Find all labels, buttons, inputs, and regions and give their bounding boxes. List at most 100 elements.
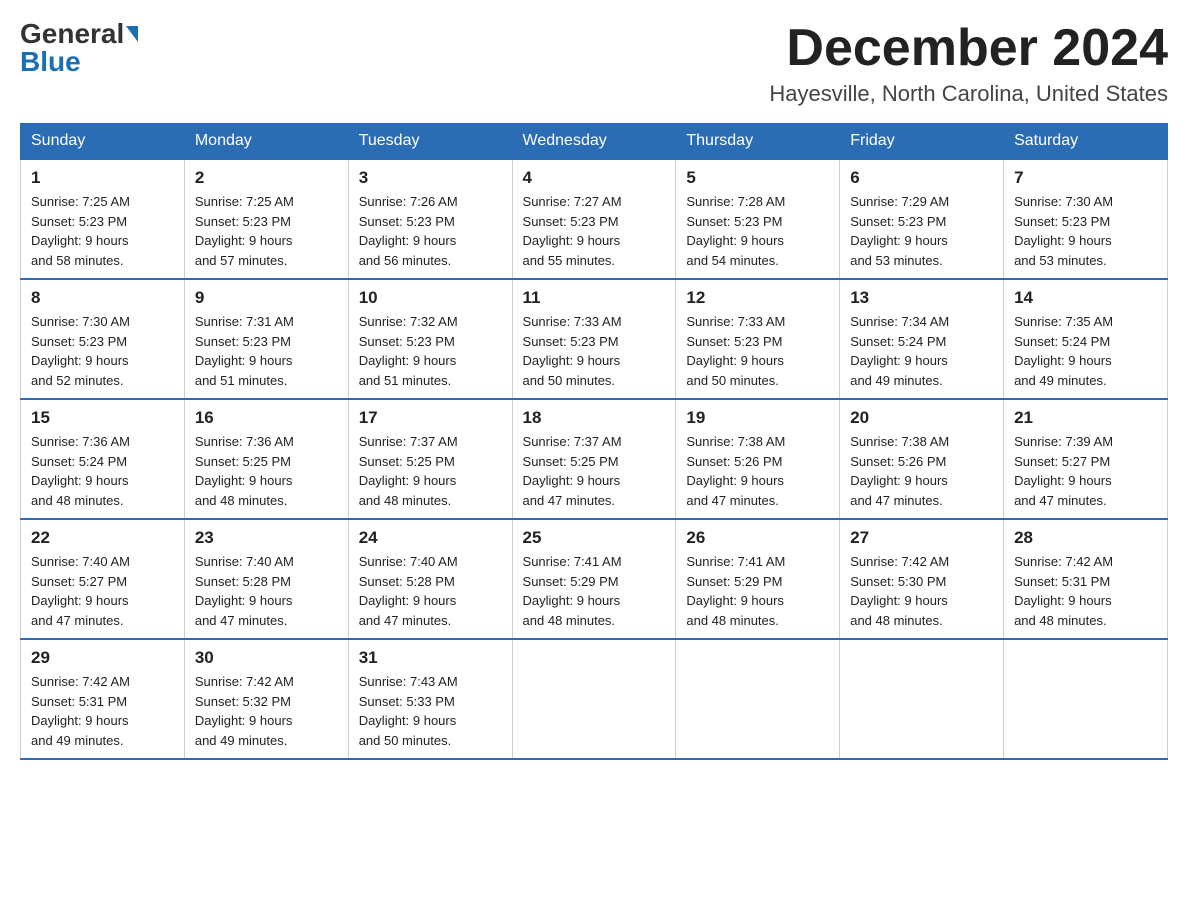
calendar-cell: 23 Sunrise: 7:40 AM Sunset: 5:28 PM Dayl… xyxy=(184,519,348,639)
day-number: 4 xyxy=(523,168,666,188)
day-info: Sunrise: 7:33 AM Sunset: 5:23 PM Dayligh… xyxy=(686,312,829,390)
day-number: 19 xyxy=(686,408,829,428)
calendar-week-3: 15 Sunrise: 7:36 AM Sunset: 5:24 PM Dayl… xyxy=(21,399,1168,519)
logo-blue: Blue xyxy=(20,48,81,76)
day-info: Sunrise: 7:25 AM Sunset: 5:23 PM Dayligh… xyxy=(195,192,338,270)
calendar-header: Sunday Monday Tuesday Wednesday Thursday… xyxy=(21,124,1168,160)
calendar-cell xyxy=(1004,639,1168,759)
calendar-body: 1 Sunrise: 7:25 AM Sunset: 5:23 PM Dayli… xyxy=(21,159,1168,759)
day-info: Sunrise: 7:36 AM Sunset: 5:24 PM Dayligh… xyxy=(31,432,174,510)
day-number: 5 xyxy=(686,168,829,188)
page-header: General Blue December 2024 Hayesville, N… xyxy=(20,20,1168,107)
day-info: Sunrise: 7:30 AM Sunset: 5:23 PM Dayligh… xyxy=(31,312,174,390)
calendar-cell: 7 Sunrise: 7:30 AM Sunset: 5:23 PM Dayli… xyxy=(1004,159,1168,279)
day-number: 26 xyxy=(686,528,829,548)
day-info: Sunrise: 7:38 AM Sunset: 5:26 PM Dayligh… xyxy=(686,432,829,510)
day-info: Sunrise: 7:43 AM Sunset: 5:33 PM Dayligh… xyxy=(359,672,502,750)
calendar-cell: 10 Sunrise: 7:32 AM Sunset: 5:23 PM Dayl… xyxy=(348,279,512,399)
day-number: 11 xyxy=(523,288,666,308)
header-tuesday: Tuesday xyxy=(348,124,512,160)
calendar-cell: 25 Sunrise: 7:41 AM Sunset: 5:29 PM Dayl… xyxy=(512,519,676,639)
day-number: 14 xyxy=(1014,288,1157,308)
day-info: Sunrise: 7:41 AM Sunset: 5:29 PM Dayligh… xyxy=(523,552,666,630)
day-info: Sunrise: 7:32 AM Sunset: 5:23 PM Dayligh… xyxy=(359,312,502,390)
day-number: 13 xyxy=(850,288,993,308)
calendar-week-4: 22 Sunrise: 7:40 AM Sunset: 5:27 PM Dayl… xyxy=(21,519,1168,639)
calendar-cell: 2 Sunrise: 7:25 AM Sunset: 5:23 PM Dayli… xyxy=(184,159,348,279)
day-number: 29 xyxy=(31,648,174,668)
day-info: Sunrise: 7:34 AM Sunset: 5:24 PM Dayligh… xyxy=(850,312,993,390)
day-number: 12 xyxy=(686,288,829,308)
calendar-cell: 18 Sunrise: 7:37 AM Sunset: 5:25 PM Dayl… xyxy=(512,399,676,519)
day-number: 10 xyxy=(359,288,502,308)
calendar-table: Sunday Monday Tuesday Wednesday Thursday… xyxy=(20,123,1168,760)
day-info: Sunrise: 7:25 AM Sunset: 5:23 PM Dayligh… xyxy=(31,192,174,270)
calendar-cell: 22 Sunrise: 7:40 AM Sunset: 5:27 PM Dayl… xyxy=(21,519,185,639)
day-number: 27 xyxy=(850,528,993,548)
day-info: Sunrise: 7:27 AM Sunset: 5:23 PM Dayligh… xyxy=(523,192,666,270)
day-info: Sunrise: 7:35 AM Sunset: 5:24 PM Dayligh… xyxy=(1014,312,1157,390)
day-number: 6 xyxy=(850,168,993,188)
calendar-cell: 24 Sunrise: 7:40 AM Sunset: 5:28 PM Dayl… xyxy=(348,519,512,639)
calendar-cell: 30 Sunrise: 7:42 AM Sunset: 5:32 PM Dayl… xyxy=(184,639,348,759)
location-title: Hayesville, North Carolina, United State… xyxy=(769,81,1168,107)
day-info: Sunrise: 7:37 AM Sunset: 5:25 PM Dayligh… xyxy=(359,432,502,510)
day-number: 18 xyxy=(523,408,666,428)
calendar-cell: 5 Sunrise: 7:28 AM Sunset: 5:23 PM Dayli… xyxy=(676,159,840,279)
logo-general: General xyxy=(20,20,124,48)
day-number: 7 xyxy=(1014,168,1157,188)
day-number: 23 xyxy=(195,528,338,548)
calendar-cell: 19 Sunrise: 7:38 AM Sunset: 5:26 PM Dayl… xyxy=(676,399,840,519)
calendar-week-1: 1 Sunrise: 7:25 AM Sunset: 5:23 PM Dayli… xyxy=(21,159,1168,279)
logo: General Blue xyxy=(20,20,138,76)
calendar-cell: 3 Sunrise: 7:26 AM Sunset: 5:23 PM Dayli… xyxy=(348,159,512,279)
day-info: Sunrise: 7:31 AM Sunset: 5:23 PM Dayligh… xyxy=(195,312,338,390)
calendar-cell xyxy=(512,639,676,759)
day-info: Sunrise: 7:30 AM Sunset: 5:23 PM Dayligh… xyxy=(1014,192,1157,270)
day-info: Sunrise: 7:39 AM Sunset: 5:27 PM Dayligh… xyxy=(1014,432,1157,510)
header-thursday: Thursday xyxy=(676,124,840,160)
day-info: Sunrise: 7:42 AM Sunset: 5:32 PM Dayligh… xyxy=(195,672,338,750)
header-wednesday: Wednesday xyxy=(512,124,676,160)
day-info: Sunrise: 7:40 AM Sunset: 5:28 PM Dayligh… xyxy=(195,552,338,630)
calendar-cell: 14 Sunrise: 7:35 AM Sunset: 5:24 PM Dayl… xyxy=(1004,279,1168,399)
logo-arrow-icon xyxy=(126,26,138,42)
day-info: Sunrise: 7:33 AM Sunset: 5:23 PM Dayligh… xyxy=(523,312,666,390)
header-friday: Friday xyxy=(840,124,1004,160)
day-number: 28 xyxy=(1014,528,1157,548)
day-number: 9 xyxy=(195,288,338,308)
title-section: December 2024 Hayesville, North Carolina… xyxy=(769,20,1168,107)
day-info: Sunrise: 7:42 AM Sunset: 5:31 PM Dayligh… xyxy=(1014,552,1157,630)
header-monday: Monday xyxy=(184,124,348,160)
calendar-cell: 27 Sunrise: 7:42 AM Sunset: 5:30 PM Dayl… xyxy=(840,519,1004,639)
day-number: 30 xyxy=(195,648,338,668)
calendar-cell: 15 Sunrise: 7:36 AM Sunset: 5:24 PM Dayl… xyxy=(21,399,185,519)
day-number: 31 xyxy=(359,648,502,668)
day-headers-row: Sunday Monday Tuesday Wednesday Thursday… xyxy=(21,124,1168,160)
calendar-cell xyxy=(840,639,1004,759)
calendar-cell: 28 Sunrise: 7:42 AM Sunset: 5:31 PM Dayl… xyxy=(1004,519,1168,639)
calendar-cell: 12 Sunrise: 7:33 AM Sunset: 5:23 PM Dayl… xyxy=(676,279,840,399)
calendar-cell: 6 Sunrise: 7:29 AM Sunset: 5:23 PM Dayli… xyxy=(840,159,1004,279)
day-info: Sunrise: 7:28 AM Sunset: 5:23 PM Dayligh… xyxy=(686,192,829,270)
day-info: Sunrise: 7:42 AM Sunset: 5:31 PM Dayligh… xyxy=(31,672,174,750)
day-info: Sunrise: 7:40 AM Sunset: 5:27 PM Dayligh… xyxy=(31,552,174,630)
calendar-cell: 29 Sunrise: 7:42 AM Sunset: 5:31 PM Dayl… xyxy=(21,639,185,759)
calendar-cell: 16 Sunrise: 7:36 AM Sunset: 5:25 PM Dayl… xyxy=(184,399,348,519)
calendar-cell: 1 Sunrise: 7:25 AM Sunset: 5:23 PM Dayli… xyxy=(21,159,185,279)
day-number: 25 xyxy=(523,528,666,548)
calendar-cell: 21 Sunrise: 7:39 AM Sunset: 5:27 PM Dayl… xyxy=(1004,399,1168,519)
calendar-cell: 31 Sunrise: 7:43 AM Sunset: 5:33 PM Dayl… xyxy=(348,639,512,759)
calendar-cell: 8 Sunrise: 7:30 AM Sunset: 5:23 PM Dayli… xyxy=(21,279,185,399)
day-number: 22 xyxy=(31,528,174,548)
day-number: 20 xyxy=(850,408,993,428)
month-title: December 2024 xyxy=(769,20,1168,77)
calendar-cell: 17 Sunrise: 7:37 AM Sunset: 5:25 PM Dayl… xyxy=(348,399,512,519)
day-number: 17 xyxy=(359,408,502,428)
day-info: Sunrise: 7:37 AM Sunset: 5:25 PM Dayligh… xyxy=(523,432,666,510)
day-number: 15 xyxy=(31,408,174,428)
header-saturday: Saturday xyxy=(1004,124,1168,160)
day-number: 3 xyxy=(359,168,502,188)
day-info: Sunrise: 7:36 AM Sunset: 5:25 PM Dayligh… xyxy=(195,432,338,510)
calendar-cell: 13 Sunrise: 7:34 AM Sunset: 5:24 PM Dayl… xyxy=(840,279,1004,399)
